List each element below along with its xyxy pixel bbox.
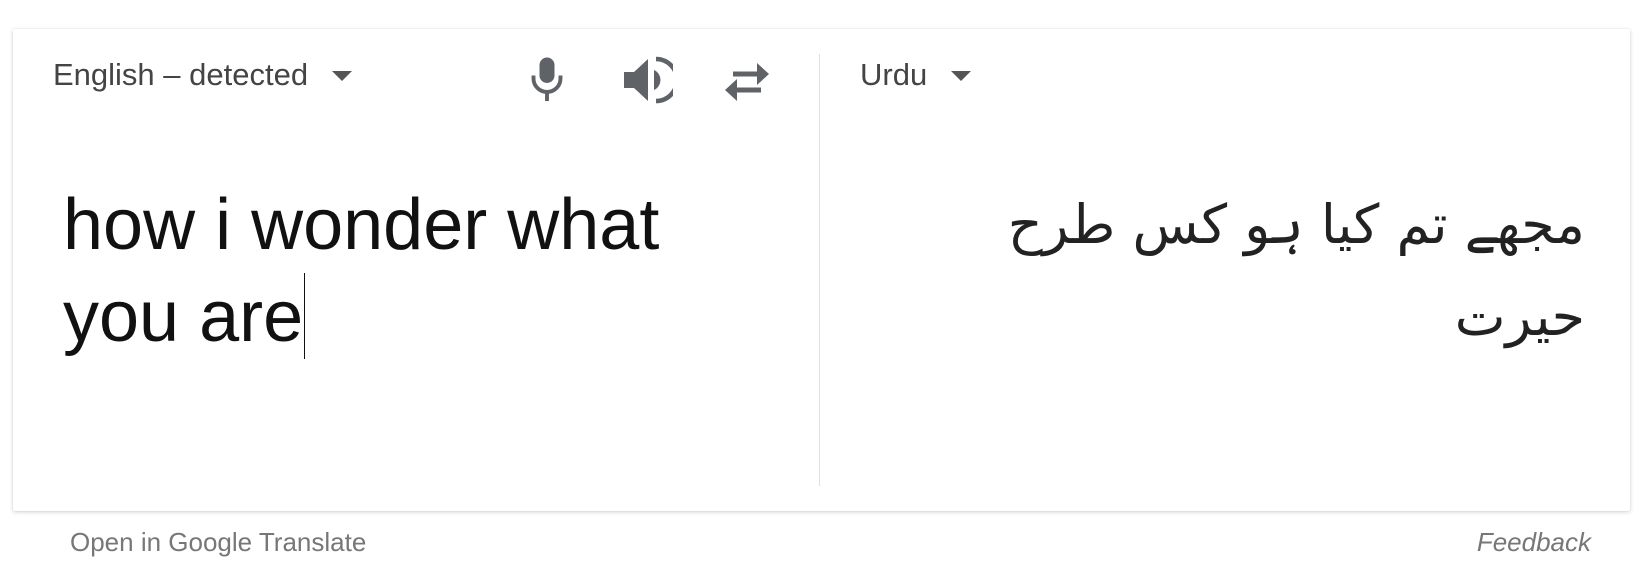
target-language-label: Urdu [860,57,928,92]
feedback-link[interactable]: Feedback [1477,527,1591,558]
speaker-icon [624,56,673,104]
microphone-icon [531,57,563,101]
source-text-line: you are [63,277,304,357]
open-in-google-translate-link[interactable]: Open in Google Translate [70,527,366,558]
source-text-input[interactable]: how i wonder what you are [63,179,763,363]
target-language-select[interactable]: Urdu [860,57,972,93]
swap-languages-icon [725,63,769,101]
translated-text: مجھے تم کیا ہو کس طرح حیرت [1007,193,1585,348]
source-text-line: how i wonder what [63,185,660,265]
text-cursor [304,273,306,359]
source-language-label: English – detected [53,57,309,92]
panel-divider [819,54,820,486]
microphone-button[interactable] [518,51,576,109]
chevron-down-icon [332,71,353,81]
translate-card: English – detected Urdu how i wonder wha… [13,29,1630,511]
listen-button[interactable] [618,51,676,109]
chevron-down-icon [951,71,972,81]
swap-languages-button[interactable] [718,51,776,109]
source-language-select[interactable]: English – detected [53,57,353,93]
